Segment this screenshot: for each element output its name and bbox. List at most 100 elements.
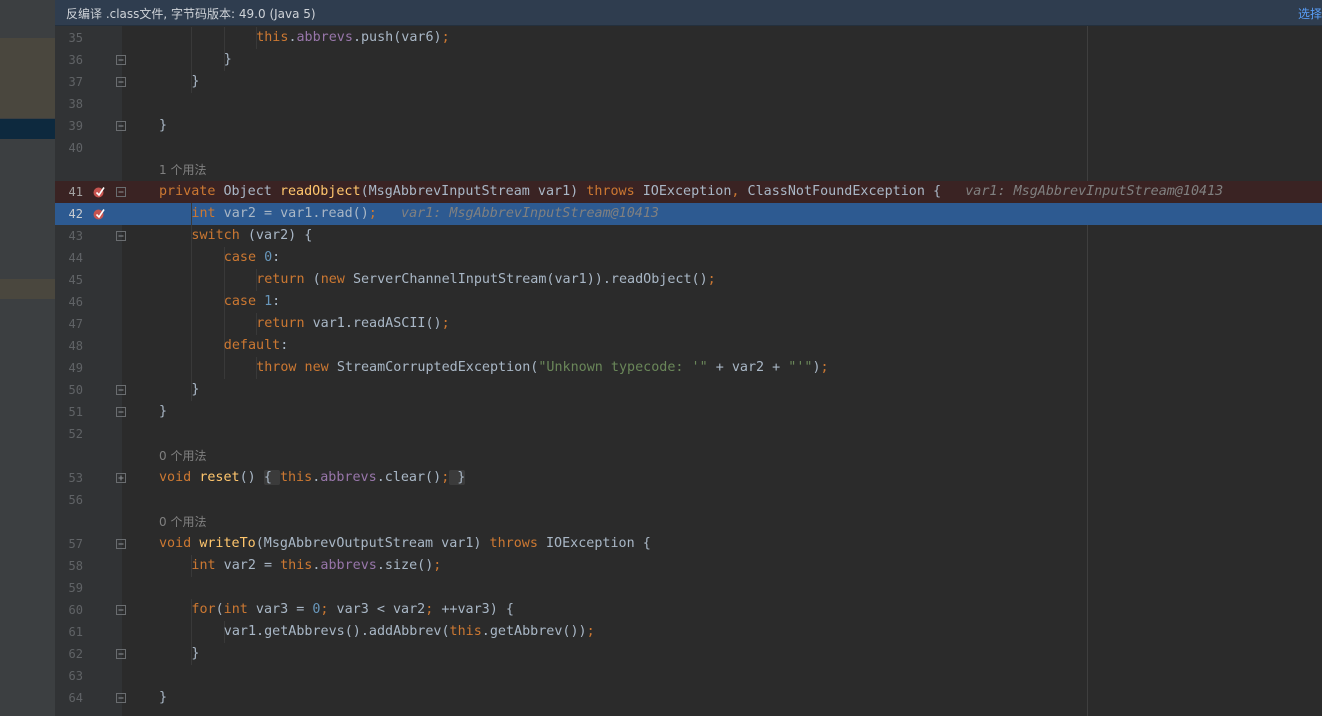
code-text[interactable]: } [191, 379, 199, 401]
code-token: abbrevs [320, 470, 377, 485]
verified-breakpoint-icon[interactable] [93, 186, 105, 198]
code-line: 57 void writeTo(MsgAbbrevOutputStream var… [55, 533, 1322, 555]
code-token: int [223, 602, 256, 617]
code-text[interactable]: int var2 = var1.read(); var1: MsgAbbrevI… [191, 203, 659, 225]
code-token: abbrevs [320, 558, 377, 573]
line-number[interactable]: 50 [55, 379, 83, 401]
line-number[interactable]: 59 [55, 577, 83, 599]
code-text[interactable]: } [224, 49, 232, 71]
code-token: (MsgAbbrevInputStream var1) [360, 184, 587, 199]
usage-hint-row: 0 个用法 [55, 445, 1322, 467]
usage-hint[interactable]: 0 个用法 [159, 445, 206, 467]
code-text[interactable]: } [191, 71, 199, 93]
line-number[interactable]: 47 [55, 313, 83, 335]
line-number[interactable]: 52 [55, 423, 83, 445]
code-text[interactable]: throw new StreamCorruptedException("Unkn… [256, 357, 828, 379]
panel-highlight-row [0, 279, 55, 299]
indent-guide [191, 313, 193, 335]
code-text[interactable]: return var1.readASCII(); [256, 313, 450, 335]
code-text[interactable]: private Object readObject(MsgAbbrevInput… [159, 181, 1223, 203]
code-token: : [272, 250, 281, 265]
fold-marker-icon[interactable] [116, 121, 126, 131]
code-token: reset [199, 470, 240, 485]
line-number[interactable]: 45 [55, 269, 83, 291]
code-token: (var2) { [247, 228, 313, 243]
line-number[interactable]: 53 [55, 467, 83, 489]
code-text[interactable]: void reset() { this.abbrevs.clear(); } [159, 467, 466, 489]
verified-breakpoint-icon[interactable] [93, 208, 105, 220]
code-text[interactable]: return (new ServerChannelInputStream(var… [256, 269, 716, 291]
line-number[interactable]: 64 [55, 687, 83, 709]
fold-marker-icon[interactable] [116, 231, 126, 241]
code-text[interactable]: default: [224, 335, 289, 357]
code-text[interactable]: var1.getAbbrevs().addAbbrev(this.getAbbr… [224, 621, 595, 643]
line-number[interactable]: 61 [55, 621, 83, 643]
fold-marker-icon[interactable] [116, 605, 126, 615]
code-line: 50} [55, 379, 1322, 401]
code-line: 47 return var1.readASCII(); [55, 313, 1322, 335]
line-number[interactable]: 60 [55, 599, 83, 621]
code-token: switch [191, 228, 248, 243]
code-token: + var2 + [707, 360, 789, 375]
code-text[interactable]: } [191, 643, 199, 665]
line-number[interactable]: 46 [55, 291, 83, 313]
code-token: ; [586, 624, 595, 639]
code-text[interactable]: switch (var2) { [191, 225, 312, 247]
line-number[interactable]: 42 [55, 203, 83, 225]
code-editor[interactable]: 35 this.abbrevs.push(var6); 36} 37} 38 39} 40 1… [55, 26, 1322, 716]
inline-debug-value: var1: MsgAbbrevInputStream@10413 [401, 206, 659, 221]
code-text[interactable]: case 1: [224, 291, 280, 313]
fold-marker-icon[interactable] [116, 77, 126, 87]
fold-marker-icon[interactable] [116, 649, 126, 659]
line-number[interactable]: 51 [55, 401, 83, 423]
code-token: ; [433, 558, 442, 573]
line-number[interactable]: 44 [55, 247, 83, 269]
code-text[interactable]: this.abbrevs.push(var6); [256, 27, 450, 49]
code-line: 63 [55, 665, 1322, 687]
code-token: (MsgAbbrevOutputStream var1) [255, 536, 490, 551]
line-number[interactable]: 56 [55, 489, 83, 511]
line-number[interactable]: 58 [55, 555, 83, 577]
fold-marker-icon[interactable] [116, 693, 126, 703]
line-number[interactable]: 63 [55, 665, 83, 687]
line-number[interactable]: 57 [55, 533, 83, 555]
code-token: { [263, 470, 280, 485]
usage-hint[interactable]: 1 个用法 [159, 159, 206, 181]
line-number[interactable]: 48 [55, 335, 83, 357]
line-number[interactable]: 36 [55, 49, 83, 71]
code-text[interactable]: case 0: [224, 247, 280, 269]
panel-selected-row[interactable] [0, 119, 55, 139]
code-token: for [191, 602, 216, 617]
line-number[interactable]: 37 [55, 71, 83, 93]
code-token: ; [320, 602, 337, 617]
line-number[interactable]: 43 [55, 225, 83, 247]
code-token: ; [368, 206, 377, 221]
line-number[interactable]: 35 [55, 27, 83, 49]
line-number[interactable]: 62 [55, 643, 83, 665]
fold-marker-icon[interactable] [116, 539, 126, 549]
line-number[interactable]: 38 [55, 93, 83, 115]
code-token: ++var3) { [441, 602, 514, 617]
fold-marker-icon[interactable] [116, 473, 126, 483]
inline-debug-value: var1: MsgAbbrevInputStream@10413 [965, 184, 1224, 199]
banner-choose-link[interactable]: 选择 [1298, 5, 1322, 22]
line-number[interactable]: 49 [55, 357, 83, 379]
code-token: 1 [264, 294, 273, 309]
fold-marker-icon[interactable] [116, 187, 126, 197]
code-text[interactable]: for(int var3 = 0; var3 < var2; ++var3) { [191, 599, 514, 621]
code-text[interactable]: } [159, 401, 167, 423]
code-text[interactable]: int var2 = this.abbrevs.size(); [191, 555, 441, 577]
code-token: . [288, 30, 297, 45]
code-text[interactable]: } [159, 115, 167, 137]
usage-hint[interactable]: 0 个用法 [159, 511, 206, 533]
fold-marker-icon[interactable] [116, 385, 126, 395]
code-token: ( [215, 602, 224, 617]
code-token: var2 = [223, 558, 281, 573]
line-number[interactable]: 40 [55, 137, 83, 159]
code-text[interactable]: } [159, 687, 167, 709]
fold-marker-icon[interactable] [116, 407, 126, 417]
line-number[interactable]: 39 [55, 115, 83, 137]
fold-marker-icon[interactable] [116, 55, 126, 65]
line-number[interactable]: 41 [55, 181, 83, 203]
code-text[interactable]: void writeTo(MsgAbbrevOutputStream var1)… [159, 533, 651, 555]
